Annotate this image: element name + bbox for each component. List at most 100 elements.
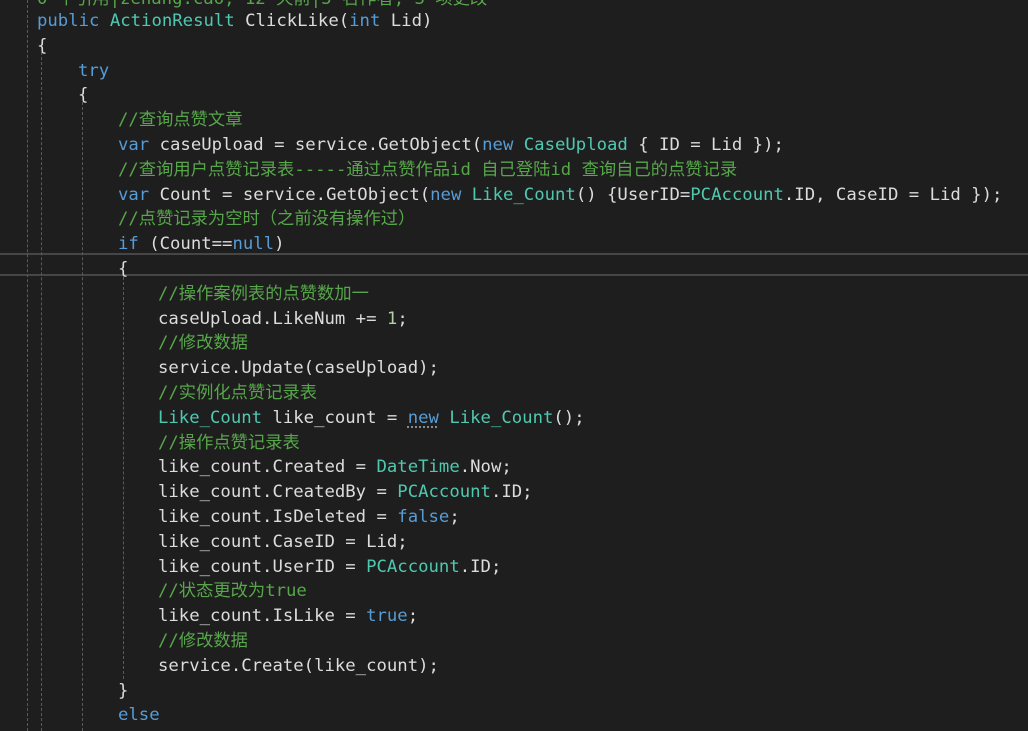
code-comment: //修改数据 — [158, 631, 248, 651]
code-text: { — [118, 259, 129, 279]
code-line[interactable]: { — [37, 34, 47, 59]
code-line[interactable]: public ActionResult ClickLike(int Lid) — [37, 9, 432, 34]
code-keyword: null — [232, 234, 275, 255]
code-keyword: new — [482, 135, 514, 155]
code-text: .ID; — [490, 482, 533, 503]
code-comment: //查询用户点赞记录表-----通过点赞作品id 自己登陆id 查询自己的点赞记… — [118, 159, 738, 180]
code-keyword: int — [349, 11, 381, 31]
code-text: like_count.IsLike = — [158, 606, 367, 627]
code-type: DateTime — [376, 457, 460, 478]
indent-guide — [123, 277, 124, 679]
code-number: 1 — [386, 308, 398, 329]
code-type: Like_Count — [449, 407, 554, 428]
code-line[interactable]: caseUpload.LikeNum += 1; — [158, 307, 408, 332]
code-text: like_count.CreatedBy = — [158, 482, 398, 503]
code-text: service.Update(caseUpload); — [158, 358, 439, 379]
code-text: (); — [553, 407, 585, 428]
code-line[interactable]: else — [118, 703, 160, 728]
code-text: () {UserID= — [575, 184, 691, 205]
code-text: like_count.IsDeleted = — [158, 507, 398, 527]
code-keyword-warning: new — [407, 407, 439, 428]
code-text: (Count== — [138, 234, 233, 255]
code-line[interactable]: //修改数据 — [158, 629, 248, 654]
code-keyword: if — [118, 234, 139, 255]
code-line[interactable]: //修改数据 — [158, 331, 248, 356]
code-text: .ID; — [459, 556, 502, 577]
indent-guide — [41, 52, 42, 731]
code-text: ) — [274, 234, 285, 255]
code-line[interactable]: //点赞记录为空时（之前没有操作过） — [118, 207, 415, 232]
code-comment: //操作案例表的点赞数加一 — [158, 283, 369, 304]
code-keyword: var — [118, 135, 150, 155]
code-line[interactable]: //操作点赞记录表 — [158, 431, 300, 456]
code-text: like_count.UserID = — [158, 556, 367, 577]
code-text: { — [78, 85, 89, 106]
code-comment: //实例化点赞记录表 — [158, 383, 318, 403]
code-line[interactable]: //实例化点赞记录表 — [158, 381, 317, 406]
code-text: .ID, CaseID = Lid }); — [783, 184, 1003, 205]
code-line[interactable]: { — [118, 257, 128, 282]
code-text: caseUpload = service.GetObject( — [149, 135, 483, 155]
code-type: PCAccount — [397, 482, 491, 503]
code-text: { — [37, 35, 48, 56]
code-comment: //操作点赞记录表 — [158, 432, 300, 453]
code-line[interactable]: service.Update(caseUpload); — [158, 356, 439, 381]
code-text: { ID = Lid }); — [627, 135, 784, 155]
code-line[interactable]: like_count.Created = DateTime.Now; — [158, 455, 512, 480]
code-type: PCAccount — [366, 556, 460, 577]
code-text: ClickLike( — [234, 11, 350, 31]
code-line[interactable]: //查询点赞文章 — [118, 108, 243, 133]
code-text: ; — [407, 606, 419, 627]
code-type: PCAccount — [690, 184, 784, 205]
code-type: Like_Count — [471, 184, 576, 205]
code-keyword: try — [78, 60, 110, 81]
code-line[interactable]: like_count.IsDeleted = false; — [158, 505, 460, 530]
code-line[interactable]: like_count.UserID = PCAccount.ID; — [158, 555, 501, 580]
indent-guide — [27, 0, 28, 731]
code-line[interactable]: try — [78, 59, 109, 84]
code-line[interactable]: { — [78, 83, 88, 108]
code-keyword: public — [37, 11, 100, 31]
code-text: like_count.Created = — [158, 457, 377, 478]
code-line[interactable]: like_count.CaseID = Lid; — [158, 530, 408, 555]
code-editor[interactable]: 0 个引用|zehang.cao, 12 天前|3 名作者, 3 项更改 pub… — [0, 0, 1028, 731]
code-text: service.Create(like_count); — [158, 655, 439, 676]
code-type: CaseUpload — [523, 135, 628, 155]
code-text: .Now; — [459, 457, 512, 478]
code-comment: //状态更改为true — [158, 581, 307, 602]
code-keyword: new — [430, 184, 462, 205]
code-keyword: true — [366, 606, 408, 627]
code-text: caseUpload.LikeNum += — [158, 308, 387, 329]
code-comment: //点赞记录为空时（之前没有操作过） — [118, 209, 416, 230]
code-line[interactable]: var caseUpload = service.GetObject(new C… — [118, 133, 784, 158]
code-text: ; — [397, 308, 408, 329]
code-type: Like_Count — [158, 407, 263, 428]
code-type: ActionResult — [109, 11, 235, 31]
code-line[interactable]: if (Count==null) — [118, 232, 284, 257]
code-line[interactable]: var Count = service.GetObject(new Like_C… — [118, 183, 1002, 208]
code-text: ; — [449, 507, 460, 527]
code-line[interactable]: //状态更改为true — [158, 579, 307, 604]
code-line[interactable]: Like_Count like_count = new Like_Count()… — [158, 406, 585, 431]
code-comment: //修改数据 — [158, 333, 248, 354]
code-text: like_count = — [262, 407, 408, 428]
indent-guide — [82, 102, 83, 731]
code-line[interactable]: //操作案例表的点赞数加一 — [158, 282, 369, 307]
code-keyword: var — [118, 184, 150, 205]
code-text: } — [118, 680, 129, 701]
code-keyword: false — [397, 507, 450, 527]
code-text: like_count.CaseID = Lid; — [158, 531, 408, 552]
code-line[interactable]: //查询用户点赞记录表-----通过点赞作品id 自己登陆id 查询自己的点赞记… — [118, 158, 737, 183]
code-line[interactable]: like_count.CreatedBy = PCAccount.ID; — [158, 480, 533, 505]
code-keyword: else — [118, 705, 160, 726]
code-text: Count = service.GetObject( — [149, 184, 431, 205]
code-line[interactable]: } — [118, 679, 128, 704]
code-comment: //查询点赞文章 — [118, 110, 243, 131]
code-text: Lid) — [380, 11, 433, 31]
code-line[interactable]: service.Create(like_count); — [158, 654, 439, 679]
code-line[interactable]: like_count.IsLike = true; — [158, 604, 418, 629]
